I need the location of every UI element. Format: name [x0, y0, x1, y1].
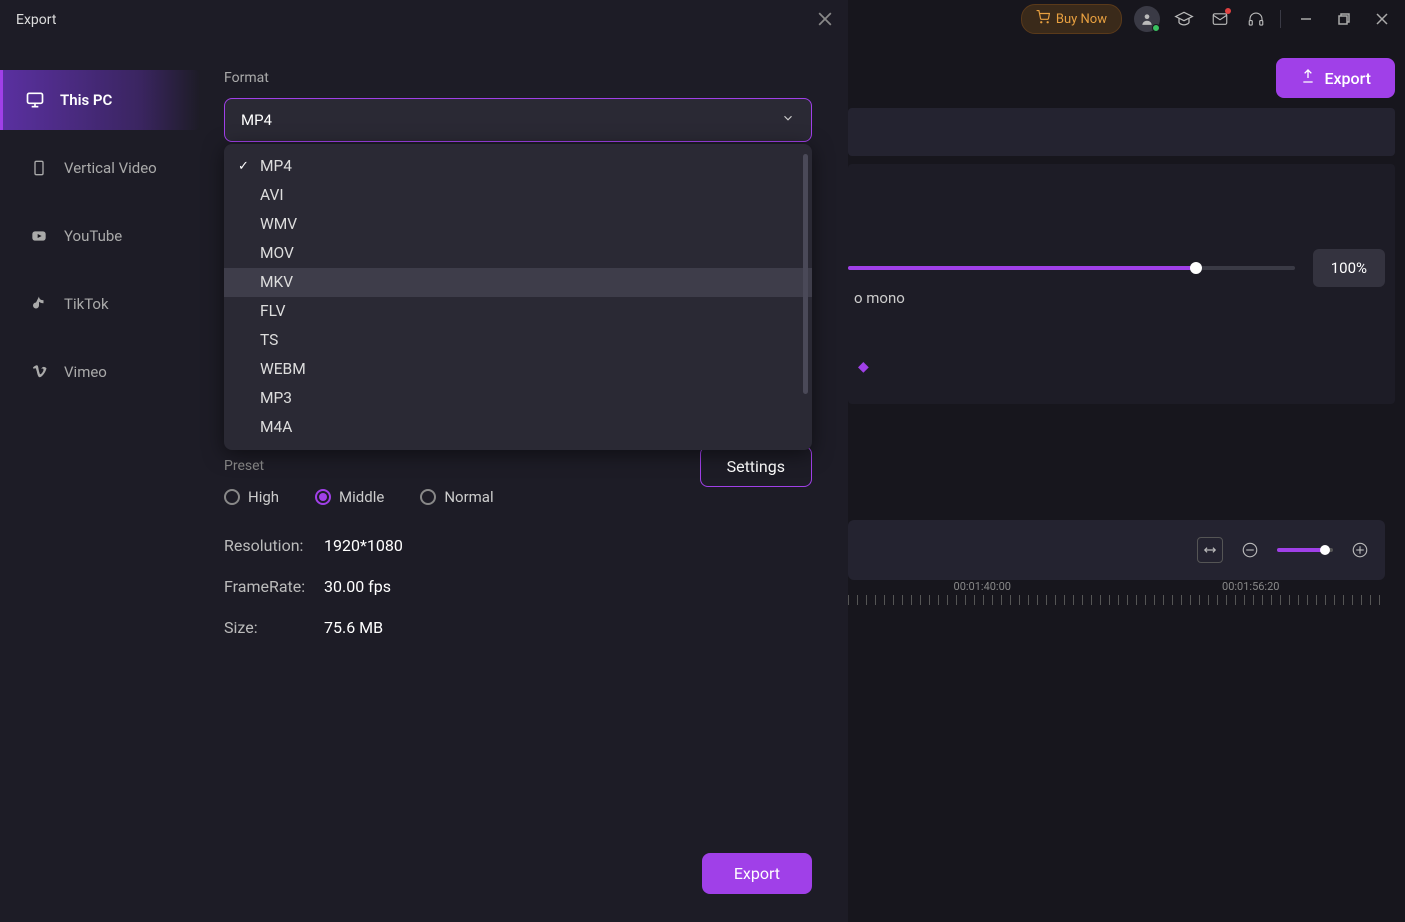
preset-radio-normal[interactable]: Normal	[420, 488, 493, 506]
zoom-out-button[interactable]	[1237, 537, 1263, 563]
framerate-value: 30.00 fps	[324, 577, 391, 596]
zoom-thumb-icon[interactable]	[1320, 545, 1330, 555]
format-option-webm[interactable]: WEBM	[224, 355, 812, 384]
dialog-titlebar: Export	[0, 0, 848, 40]
notification-dot-icon	[1225, 8, 1231, 14]
audio-mode-text: o mono	[854, 289, 905, 307]
export-sidebar: This PC Vertical Video YouTube TikTok Vi…	[0, 40, 200, 922]
dialog-title: Export	[16, 12, 56, 28]
phone-icon	[28, 158, 50, 178]
cart-icon	[1036, 10, 1050, 28]
resolution-value: 1920*1080	[324, 536, 403, 555]
minimize-button[interactable]	[1293, 6, 1319, 32]
format-option-flv[interactable]: FLV	[224, 297, 812, 326]
sidebar-item-youtube[interactable]: YouTube	[4, 206, 200, 266]
size-value: 75.6 MB	[324, 618, 383, 637]
graduation-icon[interactable]	[1172, 7, 1196, 31]
preset-radio-middle[interactable]: Middle	[315, 488, 384, 506]
youtube-icon	[28, 228, 50, 244]
ruler-ticks	[848, 595, 1385, 605]
radio-icon	[315, 489, 331, 505]
opacity-value: 100%	[1313, 249, 1385, 287]
monitor-icon	[24, 90, 46, 110]
format-option-wmv[interactable]: WMV	[224, 210, 812, 239]
mail-icon[interactable]	[1208, 7, 1232, 31]
panel-strip	[848, 108, 1395, 156]
chevron-down-icon	[781, 111, 795, 129]
info-section: Resolution: 1920*1080 FrameRate: 30.00 f…	[224, 536, 812, 637]
format-option-avi[interactable]: AVI	[224, 181, 812, 210]
sidebar-item-label: Vertical Video	[64, 159, 157, 177]
format-option-mov[interactable]: MOV	[224, 239, 812, 268]
headset-icon[interactable]	[1244, 7, 1268, 31]
opacity-slider-row: 100%	[848, 249, 1385, 287]
format-option-mkv[interactable]: MKV	[224, 268, 812, 297]
export-panel-button[interactable]: Export	[1276, 58, 1395, 98]
close-icon[interactable]	[818, 11, 832, 30]
buy-now-button[interactable]: Buy Now	[1021, 4, 1122, 34]
diamond-icon: ◆	[858, 359, 869, 375]
resolution-key: Resolution:	[224, 536, 324, 555]
radio-icon	[224, 489, 240, 505]
sidebar-item-label: This PC	[60, 91, 112, 109]
resolution-row: Resolution: 1920*1080	[224, 536, 812, 555]
sidebar-item-vimeo[interactable]: Vimeo	[4, 342, 200, 402]
ruler-timestamp: 00:01:40:00	[954, 580, 1011, 593]
zoom-slider[interactable]	[1277, 548, 1333, 552]
zoom-in-button[interactable]	[1347, 537, 1373, 563]
dropdown-scrollbar[interactable]	[803, 154, 808, 394]
radio-label: Middle	[339, 488, 384, 506]
sidebar-item-label: TikTok	[64, 295, 109, 313]
sidebar-item-label: Vimeo	[64, 363, 107, 381]
opacity-slider[interactable]	[848, 266, 1295, 270]
editor-panel: Export 100% o mono ◆ 00:01:40:00 00:01:5…	[848, 38, 1405, 922]
size-row: Size: 75.6 MB	[224, 618, 812, 637]
sidebar-item-vertical-video[interactable]: Vertical Video	[4, 138, 200, 198]
format-label: Format	[224, 70, 812, 86]
panel-body: 100% o mono ◆	[848, 164, 1395, 404]
format-option-mp4[interactable]: MP4	[224, 152, 812, 181]
profile-icon[interactable]	[1134, 6, 1160, 32]
framerate-key: FrameRate:	[224, 577, 324, 596]
size-key: Size:	[224, 618, 324, 637]
format-dropdown: MP4AVIWMVMOVMKVFLVTSWEBMMP3M4A	[224, 144, 812, 450]
format-value: MP4	[241, 111, 272, 129]
framerate-row: FrameRate: 30.00 fps	[224, 577, 812, 596]
preset-radio-high[interactable]: High	[224, 488, 279, 506]
radio-icon	[420, 489, 436, 505]
format-option-ts[interactable]: TS	[224, 326, 812, 355]
vimeo-icon	[28, 363, 50, 381]
upload-icon	[1300, 68, 1316, 88]
tiktok-icon	[28, 294, 50, 314]
format-select[interactable]: MP4	[224, 98, 812, 142]
ruler-timestamp: 00:01:56:20	[1222, 580, 1279, 593]
timeline-ruler[interactable]: 00:01:40:00 00:01:56:20	[848, 580, 1385, 616]
export-panel-label: Export	[1324, 69, 1371, 88]
slider-thumb-icon[interactable]	[1190, 262, 1202, 274]
export-confirm-button[interactable]: Export	[702, 853, 812, 894]
fit-width-icon[interactable]	[1197, 537, 1223, 563]
sidebar-item-tiktok[interactable]: TikTok	[4, 274, 200, 334]
close-window-button[interactable]	[1369, 6, 1395, 32]
buy-now-label: Buy Now	[1056, 12, 1107, 27]
radio-label: High	[248, 488, 279, 506]
sidebar-item-this-pc[interactable]: This PC	[0, 70, 200, 130]
format-option-mp3[interactable]: MP3	[224, 384, 812, 413]
status-dot-icon	[1152, 24, 1160, 32]
format-option-m4a[interactable]: M4A	[224, 413, 812, 442]
timeline-toolbar	[848, 520, 1385, 580]
radio-label: Normal	[444, 488, 493, 506]
app-header: Buy Now	[1011, 0, 1405, 38]
sidebar-item-label: YouTube	[64, 227, 122, 245]
header-divider	[1280, 10, 1281, 28]
export-dialog: Export This PC Vertical Video YouTube Ti…	[0, 0, 848, 922]
maximize-button[interactable]	[1331, 6, 1357, 32]
export-main: Format MP4 MP4AVIWMVMOVMKVFLVTSWEBMMP3M4…	[200, 40, 848, 922]
settings-button[interactable]: Settings	[700, 446, 812, 487]
